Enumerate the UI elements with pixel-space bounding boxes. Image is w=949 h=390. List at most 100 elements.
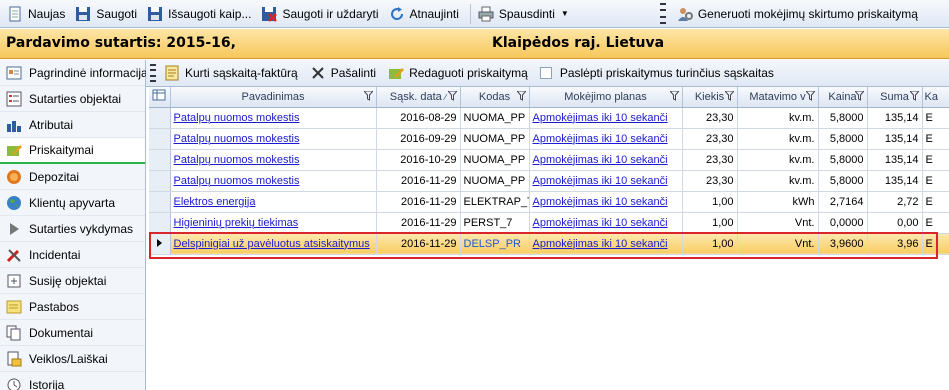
row-indicator[interactable] <box>149 107 171 129</box>
cell-qty[interactable]: 23,30 <box>682 107 738 129</box>
row-name-link[interactable]: Patalpų nuomos mokestis <box>174 133 300 145</box>
cell-unit[interactable]: Vnt. <box>737 212 819 234</box>
cell-plan[interactable]: Apmokėjimas iki 10 sekanči <box>529 191 683 213</box>
cell-code[interactable]: ELEKTRAP_T <box>460 191 530 213</box>
sidebar-item-attributes[interactable]: Atributai <box>0 112 145 138</box>
sidebar-item-execution[interactable]: Sutarties vykdymas <box>0 216 145 242</box>
cell-sum[interactable]: 3,96 <box>867 233 923 255</box>
cell-extra[interactable]: E <box>922 191 949 213</box>
save-as-button[interactable]: Išsaugoti kaip... <box>144 3 256 25</box>
cell-name[interactable]: Patalpų nuomos mokestis <box>170 128 377 150</box>
cell-price[interactable]: 5,8000 <box>818 107 868 129</box>
row-indicator[interactable] <box>149 149 171 171</box>
cell-sum[interactable]: 0,00 <box>867 212 923 234</box>
row-plan-link[interactable]: Apmokėjimas iki 10 sekanči <box>533 175 668 187</box>
table-row[interactable]: Patalpų nuomos mokestis 2016-10-29 NUOMA… <box>149 149 949 171</box>
cell-date[interactable]: 2016-10-29 <box>376 149 461 171</box>
cell-extra[interactable]: E <box>922 233 949 255</box>
cell-plan[interactable]: Apmokėjimas iki 10 sekanči <box>529 170 683 192</box>
cell-plan[interactable]: Apmokėjimas iki 10 sekanči <box>529 128 683 150</box>
cell-unit[interactable]: kv.m. <box>737 170 819 192</box>
cell-sum[interactable]: 135,14 <box>867 149 923 171</box>
cell-name[interactable]: Patalpų nuomos mokestis <box>170 149 377 171</box>
row-plan-link[interactable]: Apmokėjimas iki 10 sekanči <box>533 217 668 229</box>
sidebar-item-activities[interactable]: Veiklos/Laiškai <box>0 346 145 372</box>
sidebar-item-main-info[interactable]: Pagrindinė informacija <box>0 60 148 86</box>
cell-qty[interactable]: 23,30 <box>682 170 738 192</box>
cell-extra[interactable]: E <box>922 212 949 234</box>
sidebar-item-deposits[interactable]: Depozitai <box>0 164 145 190</box>
sidebar-item-history[interactable]: Istorija <box>0 372 145 390</box>
column-header-name[interactable]: Pavadinimas <box>170 87 377 108</box>
sidebar-item-charges[interactable]: Priskaitymai <box>0 138 145 164</box>
cell-extra[interactable]: E <box>922 107 949 129</box>
sidebar-item-documents[interactable]: Dokumentai <box>0 320 145 346</box>
cell-qty[interactable]: 1,00 <box>682 191 738 213</box>
cell-unit[interactable]: kv.m. <box>737 149 819 171</box>
cell-plan[interactable]: Apmokėjimas iki 10 sekanči <box>529 107 683 129</box>
cell-unit[interactable]: kv.m. <box>737 107 819 129</box>
cell-code[interactable]: NUOMA_PP <box>460 107 530 129</box>
cell-sum[interactable]: 135,14 <box>867 170 923 192</box>
cell-date[interactable]: 2016-11-29 <box>376 212 461 234</box>
cell-date[interactable]: 2016-11-29 <box>376 191 461 213</box>
row-name-link[interactable]: Delspinigiai už pavėluotus atsiskaitymus <box>174 238 370 250</box>
cell-code[interactable]: PERST_7 <box>460 212 530 234</box>
cell-date[interactable]: 2016-11-29 <box>376 170 461 192</box>
cell-plan[interactable]: Apmokėjimas iki 10 sekanči <box>529 149 683 171</box>
cell-sum[interactable]: 135,14 <box>867 107 923 129</box>
row-plan-link[interactable]: Apmokėjimas iki 10 sekanči <box>533 133 668 145</box>
column-header-code[interactable]: Kodas <box>460 87 530 108</box>
row-indicator[interactable] <box>149 191 171 213</box>
cell-unit[interactable]: kv.m. <box>737 128 819 150</box>
row-name-link[interactable]: Elektros energija <box>174 196 256 208</box>
cell-unit[interactable]: Vnt. <box>737 233 819 255</box>
cell-name[interactable]: Patalpų nuomos mokestis <box>170 170 377 192</box>
row-indicator[interactable] <box>149 128 171 150</box>
cell-code[interactable]: NUOMA_PP <box>460 128 530 150</box>
cell-code[interactable]: NUOMA_PP <box>460 149 530 171</box>
column-header-unit[interactable]: Matavimo v <box>737 87 819 108</box>
edit-charge-button[interactable]: Redaguoti priskaitymą <box>388 65 528 81</box>
cell-name[interactable]: Higieninių prekių tiekimas <box>170 212 377 234</box>
cell-sum[interactable]: 135,14 <box>867 128 923 150</box>
remove-button[interactable]: Pašalinti <box>310 65 376 81</box>
table-row[interactable]: Patalpų nuomos mokestis 2016-11-29 NUOMA… <box>149 170 949 192</box>
table-row[interactable]: Higieninių prekių tiekimas 2016-11-29 PE… <box>149 212 949 234</box>
new-button[interactable]: Naujas <box>4 3 70 25</box>
hide-invoiced-checkbox[interactable] <box>539 67 552 79</box>
row-plan-link[interactable]: Apmokėjimas iki 10 sekanči <box>533 196 668 208</box>
cell-plan[interactable]: Apmokėjimas iki 10 sekanči <box>529 233 683 255</box>
row-plan-link[interactable]: Apmokėjimas iki 10 sekanči <box>533 238 668 250</box>
column-header-plan[interactable]: Mokėjimo planas <box>529 87 683 108</box>
cell-qty[interactable]: 1,00 <box>682 212 738 234</box>
column-header-qty[interactable]: Kiekis <box>682 87 738 108</box>
column-header-extra[interactable]: Ka <box>922 87 949 108</box>
sidebar-item-incidents[interactable]: Incidentai <box>0 242 145 268</box>
table-row[interactable]: Elektros energija 2016-11-29 ELEKTRAP_T … <box>149 191 949 213</box>
sidebar-item-notes[interactable]: Pastabos <box>0 294 145 320</box>
save-button[interactable]: Saugoti <box>72 3 142 25</box>
row-plan-link[interactable]: Apmokėjimas iki 10 sekanči <box>533 154 668 166</box>
save-close-button[interactable]: Saugoti ir uždaryti <box>258 3 383 25</box>
cell-sum[interactable]: 2,72 <box>867 191 923 213</box>
cell-name[interactable]: Delspinigiai už pavėluotus atsiskaitymus <box>170 233 377 255</box>
create-invoice-button[interactable]: Kurti sąskaitą-faktūrą <box>164 65 298 81</box>
cell-date[interactable]: 2016-11-29 <box>376 233 461 255</box>
cell-price[interactable]: 0,0000 <box>818 212 868 234</box>
column-header-price[interactable]: Kaina <box>818 87 868 108</box>
row-name-link[interactable]: Patalpų nuomos mokestis <box>174 154 300 166</box>
hide-invoiced-toggle[interactable]: Paslėpti priskaitymus turinčius sąskaita… <box>539 66 774 80</box>
cell-date[interactable]: 2016-09-29 <box>376 128 461 150</box>
column-header-date[interactable]: Sąsk. data ⁄ <box>376 87 461 108</box>
cell-price[interactable]: 5,8000 <box>818 149 868 171</box>
cell-qty[interactable]: 23,30 <box>682 149 738 171</box>
cell-extra[interactable]: E <box>922 170 949 192</box>
table-row[interactable]: Patalpų nuomos mokestis 2016-09-29 NUOMA… <box>149 128 949 150</box>
sidebar-item-turnover[interactable]: Klientų apyvarta <box>0 190 145 216</box>
column-header-sum[interactable]: Suma <box>867 87 923 108</box>
row-name-link[interactable]: Patalpų nuomos mokestis <box>174 112 300 124</box>
row-plan-link[interactable]: Apmokėjimas iki 10 sekanči <box>533 112 668 124</box>
cell-qty[interactable]: 1,00 <box>682 233 738 255</box>
table-row-selected[interactable]: Delspinigiai už pavėluotus atsiskaitymus… <box>149 233 949 255</box>
